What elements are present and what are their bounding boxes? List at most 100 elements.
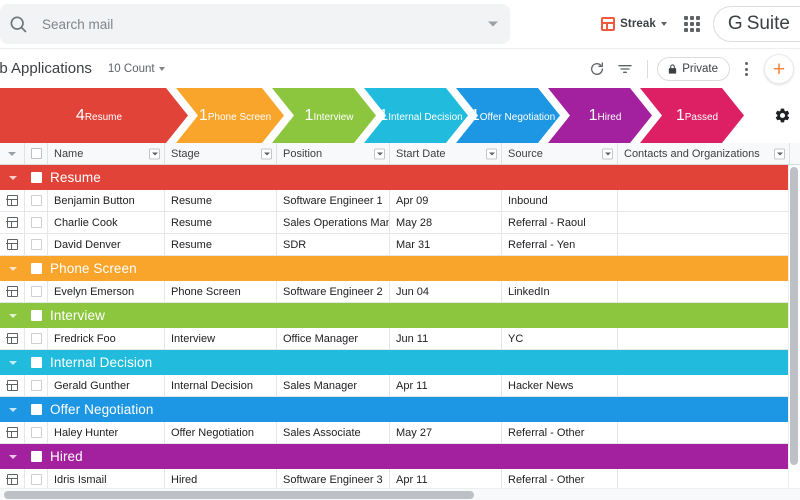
cell-source[interactable]: Referral - Yen xyxy=(502,234,618,255)
column-menu-chevron-down-icon[interactable] xyxy=(149,148,160,159)
column-menu-chevron-down-icon[interactable] xyxy=(602,148,613,159)
cell-source[interactable]: Referral - Other xyxy=(502,469,618,490)
cell-source[interactable]: Referral - Other xyxy=(502,422,618,443)
cell-start-date[interactable]: Mar 31 xyxy=(390,234,502,255)
group-header-row[interactable]: Interview xyxy=(0,303,790,328)
row-select-checkbox[interactable] xyxy=(25,281,48,302)
cell-name[interactable]: Idris Ismail xyxy=(48,469,165,490)
pipeline-stage-interview[interactable]: 1Interview xyxy=(272,88,376,143)
row-open-box-button[interactable] xyxy=(0,469,25,490)
filter-button[interactable] xyxy=(612,56,638,82)
column-header-expand-toggle[interactable] xyxy=(0,143,25,164)
cell-stage[interactable]: Resume xyxy=(165,190,277,211)
add-box-button[interactable]: + xyxy=(764,54,794,84)
column-header-contacts-and-organizations[interactable]: Contacts and Organizations xyxy=(618,143,790,164)
column-header-source[interactable]: Source xyxy=(502,143,618,164)
cell-start-date[interactable]: May 28 xyxy=(390,212,502,233)
row-select-checkbox[interactable] xyxy=(25,422,48,443)
row-open-box-button[interactable] xyxy=(0,328,25,349)
group-select-checkbox[interactable] xyxy=(25,256,48,281)
cell-contacts[interactable] xyxy=(618,212,790,233)
group-collapse-toggle[interactable] xyxy=(0,350,25,375)
cell-name[interactable]: Evelyn Emerson xyxy=(48,281,165,302)
cell-position[interactable]: Sales Manager xyxy=(277,375,390,396)
table-row[interactable]: Evelyn Emerson Phone Screen Software Engin… xyxy=(0,281,790,303)
row-open-box-button[interactable] xyxy=(0,422,25,443)
cell-source[interactable]: Inbound xyxy=(502,190,618,211)
cell-contacts[interactable] xyxy=(618,190,790,211)
cell-position[interactable]: Software Engineer 2 xyxy=(277,281,390,302)
cell-stage[interactable]: Resume xyxy=(165,212,277,233)
cell-name[interactable]: Fredrick Foo xyxy=(48,328,165,349)
row-select-checkbox[interactable] xyxy=(25,190,48,211)
pipeline-stage-resume[interactable]: 4Resume xyxy=(0,88,188,143)
vertical-scrollbar-thumb[interactable] xyxy=(790,167,798,465)
group-select-checkbox[interactable] xyxy=(25,397,48,422)
column-header-stage[interactable]: Stage xyxy=(165,143,277,164)
cell-stage[interactable]: Phone Screen xyxy=(165,281,277,302)
cell-position[interactable]: SDR xyxy=(277,234,390,255)
cell-contacts[interactable] xyxy=(618,328,790,349)
gsuite-badge[interactable]: G Suite xyxy=(712,6,800,42)
column-header-start-date[interactable]: Start Date xyxy=(390,143,502,164)
pipeline-stage-offer-negotiation[interactable]: 1Offer Negotiation xyxy=(456,88,560,143)
cell-start-date[interactable]: Apr 09 xyxy=(390,190,502,211)
refresh-button[interactable] xyxy=(584,56,610,82)
group-header-row[interactable]: Hired xyxy=(0,444,790,469)
pipeline-settings-button[interactable] xyxy=(769,88,795,143)
cell-position[interactable]: Sales Associate xyxy=(277,422,390,443)
cell-name[interactable]: Benjamin Button xyxy=(48,190,165,211)
column-menu-chevron-down-icon[interactable] xyxy=(374,148,385,159)
group-select-checkbox[interactable] xyxy=(25,303,48,328)
horizontal-scrollbar-thumb[interactable] xyxy=(4,491,474,499)
row-count-button[interactable]: 10 Count xyxy=(108,63,165,75)
cell-stage[interactable]: Resume xyxy=(165,234,277,255)
row-select-checkbox[interactable] xyxy=(25,328,48,349)
cell-start-date[interactable]: Apr 11 xyxy=(390,375,502,396)
search-options-chevron-down-icon[interactable] xyxy=(488,21,498,27)
cell-position[interactable]: Sales Operations Manage xyxy=(277,212,390,233)
cell-contacts[interactable] xyxy=(618,234,790,255)
cell-stage[interactable]: Interview xyxy=(165,328,277,349)
column-header-select-all[interactable] xyxy=(25,143,48,164)
row-open-box-button[interactable] xyxy=(0,212,25,233)
table-row[interactable]: Haley Hunter Offer Negotiation Sales Assoc… xyxy=(0,422,790,444)
cell-contacts[interactable] xyxy=(618,375,790,396)
cell-stage[interactable]: Offer Negotiation xyxy=(165,422,277,443)
group-collapse-toggle[interactable] xyxy=(0,303,25,328)
column-header-name[interactable]: Name xyxy=(48,143,165,164)
group-collapse-toggle[interactable] xyxy=(0,444,25,469)
pipeline-stage-internal-decision[interactable]: 1Internal Decision xyxy=(364,88,468,143)
row-open-box-button[interactable] xyxy=(0,190,25,211)
pipeline-stage-hired[interactable]: 1Hired xyxy=(548,88,652,143)
cell-start-date[interactable]: May 27 xyxy=(390,422,502,443)
group-select-checkbox[interactable] xyxy=(25,444,48,469)
group-select-checkbox[interactable] xyxy=(25,350,48,375)
cell-name[interactable]: Charlie Cook xyxy=(48,212,165,233)
group-header-row[interactable]: Resume xyxy=(0,165,790,190)
pipeline-stage-passed[interactable]: 1Passed xyxy=(640,88,744,143)
more-options-button[interactable] xyxy=(736,56,756,82)
row-open-box-button[interactable] xyxy=(0,375,25,396)
cell-source[interactable]: Hacker News xyxy=(502,375,618,396)
group-collapse-toggle[interactable] xyxy=(0,397,25,422)
cell-name[interactable]: Gerald Gunther xyxy=(48,375,165,396)
apps-grid-icon[interactable] xyxy=(680,12,704,36)
table-row[interactable]: Charlie CookResumeSales Operations Manag… xyxy=(0,212,790,234)
group-select-checkbox[interactable] xyxy=(25,165,48,190)
row-select-checkbox[interactable] xyxy=(25,375,48,396)
cell-position[interactable]: Office Manager xyxy=(277,328,390,349)
cell-name[interactable]: David Denver xyxy=(48,234,165,255)
cell-start-date[interactable]: Apr 11 xyxy=(390,469,502,490)
column-menu-chevron-down-icon[interactable] xyxy=(774,148,785,159)
row-select-checkbox[interactable] xyxy=(25,469,48,490)
search-box[interactable] xyxy=(0,4,510,44)
group-header-row[interactable]: Offer Negotiation xyxy=(0,397,790,422)
table-row[interactable]: Fredrick Foo Interview Office Manager Jun 1… xyxy=(0,328,790,350)
privacy-button[interactable]: Private xyxy=(657,57,730,81)
cell-contacts[interactable] xyxy=(618,422,790,443)
column-menu-chevron-down-icon[interactable] xyxy=(486,148,497,159)
table-row[interactable]: David Denver Resume SDR Mar 31 Referral - Ye… xyxy=(0,234,790,256)
column-header-position[interactable]: Position xyxy=(277,143,390,164)
table-row[interactable]: Benjamin Button Resume Software Engineer 1… xyxy=(0,190,790,212)
